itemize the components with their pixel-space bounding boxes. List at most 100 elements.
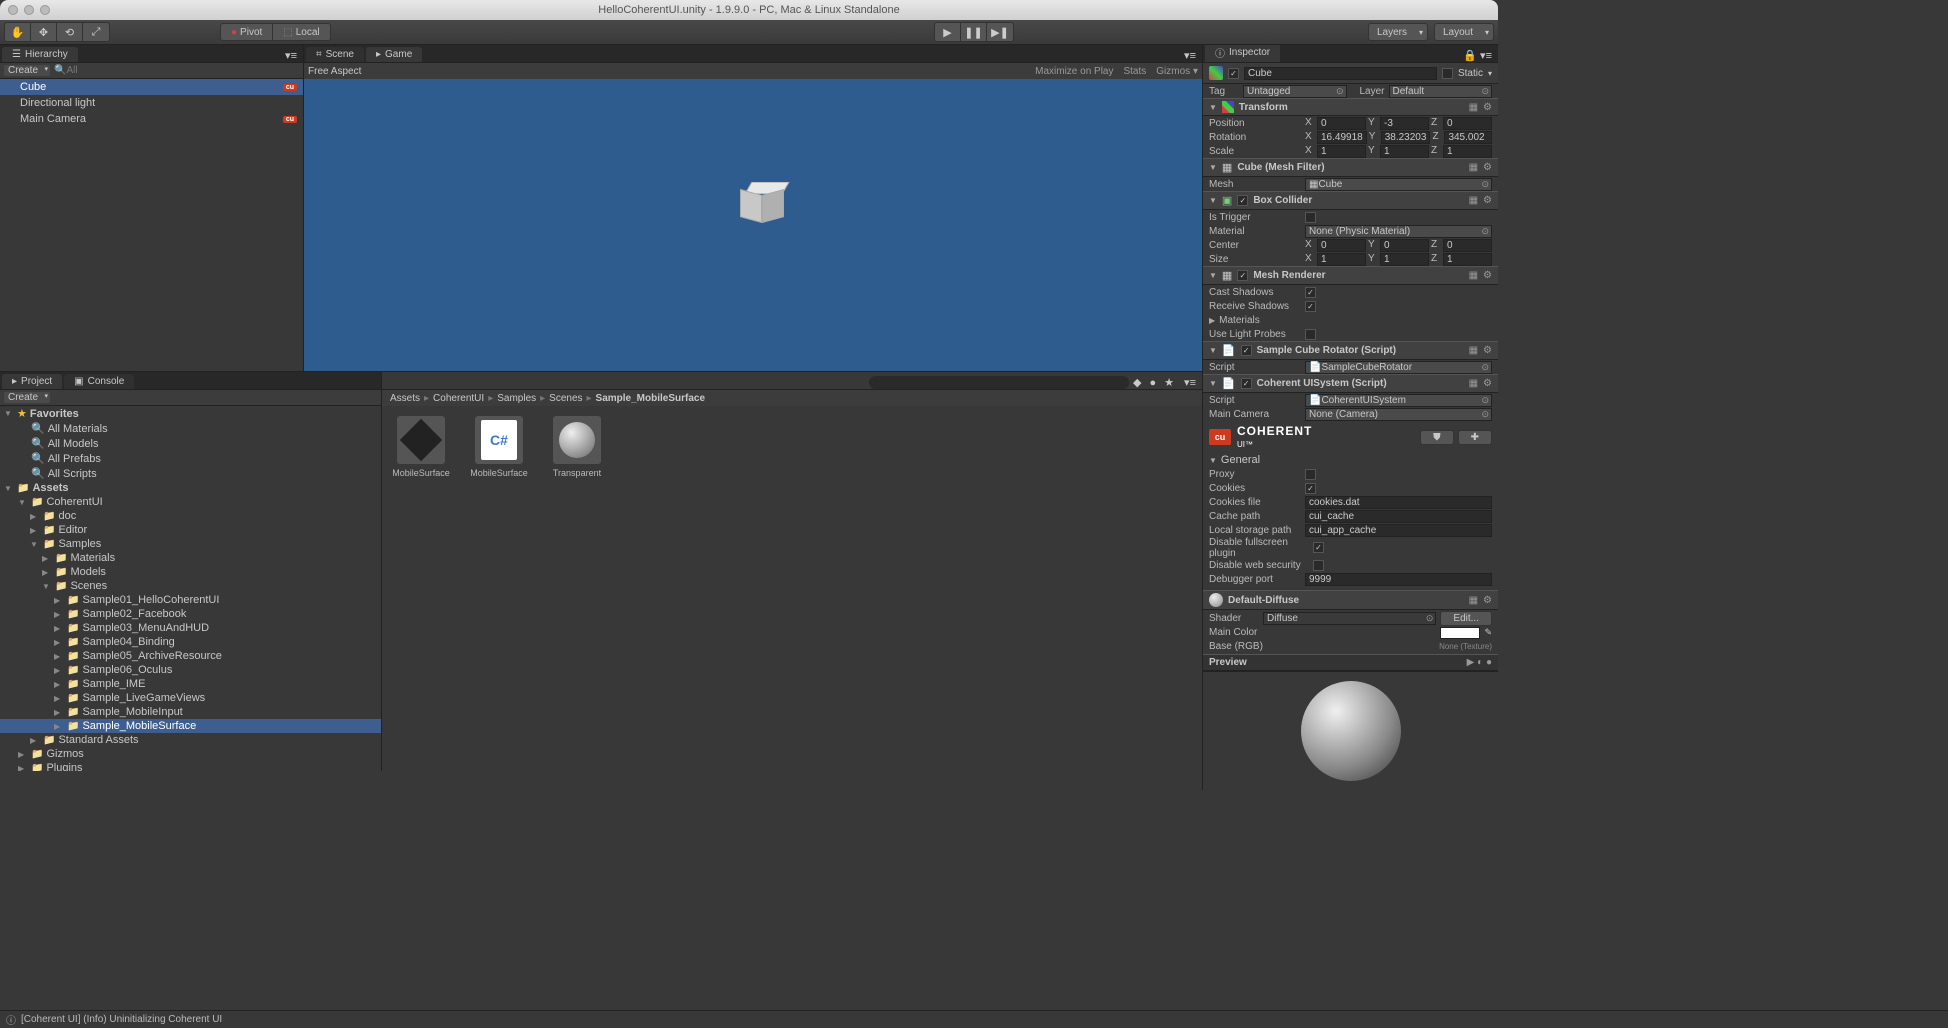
search-type-icon[interactable]: ●: [1146, 377, 1161, 389]
disable-fullscreen-checkbox[interactable]: ✓: [1313, 542, 1324, 553]
script-object-field[interactable]: 📄 SampleCubeRotator: [1305, 361, 1492, 374]
help-icon[interactable]: ▦: [1469, 102, 1478, 113]
is-trigger-checkbox[interactable]: [1305, 212, 1316, 223]
hierarchy-item[interactable]: Directional light: [0, 95, 303, 111]
help-icon[interactable]: ▦: [1469, 195, 1478, 206]
cast-shadows-checkbox[interactable]: ✓: [1305, 287, 1316, 298]
folder-tree-item[interactable]: ▶ Sample01_HelloCoherentUI: [0, 593, 381, 607]
close-window-button[interactable]: [8, 5, 18, 15]
object-name-field[interactable]: Cube: [1244, 67, 1437, 80]
game-view[interactable]: Free Aspect Maximize on Play Stats Gizmo…: [304, 63, 1202, 371]
breadcrumb-segment[interactable]: Assets: [390, 393, 420, 404]
texture-slot[interactable]: None (Texture): [1439, 642, 1492, 651]
move-tool-button[interactable]: ✥: [31, 23, 57, 41]
hierarchy-tab[interactable]: ☰ Hierarchy: [2, 47, 78, 62]
foldout-arrow-icon[interactable]: ▼: [1209, 103, 1217, 112]
console-tab[interactable]: ▣ Console: [64, 374, 134, 389]
folder-tree-item[interactable]: ▼ CoherentUI: [0, 495, 381, 509]
breadcrumb-segment[interactable]: Scenes: [549, 393, 582, 404]
script-object-field[interactable]: 📄 CoherentUISystem: [1305, 394, 1492, 407]
play-button[interactable]: ▶: [935, 23, 961, 41]
folder-tree-item[interactable]: ▼ Scenes: [0, 579, 381, 593]
local-storage-path-field[interactable]: cui_app_cache: [1305, 524, 1492, 537]
foldout-arrow-icon[interactable]: ▼: [1209, 379, 1217, 388]
coherent-button-1[interactable]: ⛊: [1420, 430, 1454, 445]
rotate-tool-button[interactable]: ⟲: [57, 23, 83, 41]
hierarchy-search-all[interactable]: 🔍All: [54, 65, 78, 76]
inspector-tab[interactable]: ⓘ Inspector: [1205, 45, 1280, 62]
cache-path-field[interactable]: cui_cache: [1305, 510, 1492, 523]
size-x-field[interactable]: 1: [1317, 253, 1366, 266]
center-x-field[interactable]: 0: [1317, 239, 1366, 252]
help-icon[interactable]: ▦: [1469, 595, 1478, 606]
folder-tree-item[interactable]: ▶ Sample05_ArchiveResource: [0, 649, 381, 663]
pause-button[interactable]: ❚❚: [961, 23, 987, 41]
cookies-checkbox[interactable]: ✓: [1305, 483, 1316, 494]
project-panel-menu[interactable]: ▾≡: [1178, 376, 1202, 389]
mesh-renderer-enabled-checkbox[interactable]: ✓: [1237, 270, 1248, 281]
scale-y-field[interactable]: 1: [1380, 145, 1429, 158]
position-z-field[interactable]: 0: [1443, 117, 1492, 130]
folder-tree-item[interactable]: ▶ Editor: [0, 523, 381, 537]
favorite-search-item[interactable]: 🔍 All Materials: [0, 421, 381, 436]
rotation-x-field[interactable]: 16.49918: [1317, 131, 1367, 144]
project-create-dropdown[interactable]: Create: [4, 392, 50, 403]
folder-tree-item[interactable]: ▶ Sample02_Facebook: [0, 607, 381, 621]
main-color-field[interactable]: [1440, 627, 1480, 639]
layers-dropdown[interactable]: Layers: [1368, 23, 1428, 41]
stats-toggle[interactable]: Stats: [1123, 66, 1146, 77]
cookies-file-field[interactable]: cookies.dat: [1305, 496, 1492, 509]
pivot-toggle[interactable]: ●Pivot: [221, 24, 273, 40]
coherent-button-2[interactable]: ✚: [1458, 430, 1492, 445]
folder-tree-item[interactable]: ▼ Samples: [0, 537, 381, 551]
script-enabled-checkbox[interactable]: ✓: [1241, 345, 1252, 356]
step-button[interactable]: ▶❚: [987, 23, 1013, 41]
folder-tree-item[interactable]: ▶ doc: [0, 509, 381, 523]
folder-tree-item[interactable]: ▶ Sample_IME: [0, 677, 381, 691]
center-y-field[interactable]: 0: [1380, 239, 1429, 252]
asset-grid-item[interactable]: MobileSurface: [392, 416, 450, 478]
folder-tree-item[interactable]: ▶ Sample04_Binding: [0, 635, 381, 649]
favorite-search-item[interactable]: 🔍 All Models: [0, 436, 381, 451]
folder-tree-item[interactable]: ▶ Sample_MobileInput: [0, 705, 381, 719]
hierarchy-create-dropdown[interactable]: Create: [4, 65, 50, 76]
search-filter-icon[interactable]: ◆: [1129, 376, 1145, 389]
favorites-header[interactable]: ▼★ Favorites: [0, 406, 381, 421]
minimize-window-button[interactable]: [24, 5, 34, 15]
breadcrumb-segment[interactable]: CoherentUI: [433, 393, 484, 404]
game-tab[interactable]: ▸ Game: [366, 47, 422, 62]
help-icon[interactable]: ▦: [1469, 345, 1478, 356]
game-panel-menu[interactable]: ▾≡: [1178, 49, 1202, 62]
rotation-z-field[interactable]: 345.002: [1444, 131, 1492, 144]
zoom-window-button[interactable]: [40, 5, 50, 15]
script-enabled-checkbox[interactable]: ✓: [1241, 378, 1252, 389]
hand-tool-button[interactable]: ✋: [5, 23, 31, 41]
box-collider-enabled-checkbox[interactable]: ✓: [1237, 195, 1248, 206]
debugger-port-field[interactable]: 9999: [1305, 573, 1492, 586]
breadcrumb-segment[interactable]: Samples: [497, 393, 536, 404]
help-icon[interactable]: ▦: [1469, 378, 1478, 389]
component-gear-icon[interactable]: ⚙: [1483, 195, 1492, 206]
static-checkbox[interactable]: [1442, 68, 1453, 79]
component-gear-icon[interactable]: ⚙: [1483, 378, 1492, 389]
shader-edit-button[interactable]: Edit...: [1440, 611, 1492, 626]
position-x-field[interactable]: 0: [1317, 117, 1366, 130]
inspector-panel-menu[interactable]: 🔒 ▾≡: [1457, 49, 1498, 62]
layout-dropdown[interactable]: Layout: [1434, 23, 1494, 41]
gizmos-dropdown[interactable]: Gizmos ▾: [1156, 66, 1198, 77]
main-camera-object-field[interactable]: None (Camera): [1305, 408, 1492, 421]
status-text[interactable]: [Coherent UI] (Info) Uninitializing Cohe…: [21, 1014, 222, 1025]
foldout-arrow-icon[interactable]: ▼: [1209, 271, 1217, 280]
mesh-object-field[interactable]: ▦ Cube: [1305, 178, 1492, 191]
folder-tree-item[interactable]: ▶ Plugins: [0, 761, 381, 771]
object-enabled-checkbox[interactable]: ✓: [1228, 68, 1239, 79]
static-dropdown[interactable]: ▾: [1488, 69, 1492, 78]
physic-material-field[interactable]: None (Physic Material): [1305, 225, 1492, 238]
folder-tree-item[interactable]: ▶ Sample_LiveGameViews: [0, 691, 381, 705]
project-tab[interactable]: ▸ Project: [2, 374, 62, 389]
local-toggle[interactable]: ⬚Local: [273, 24, 329, 40]
asset-grid-item[interactable]: C#MobileSurface: [470, 416, 528, 478]
rotation-y-field[interactable]: 38.23203: [1381, 131, 1431, 144]
hierarchy-item[interactable]: Main Cameracu: [0, 111, 303, 127]
component-gear-icon[interactable]: ⚙: [1483, 270, 1492, 281]
